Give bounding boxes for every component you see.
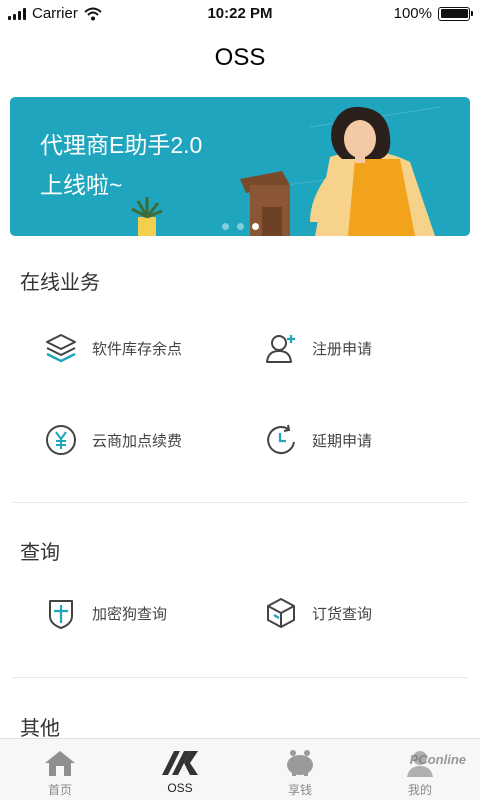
carousel-dot[interactable] — [236, 223, 244, 230]
tab-bar: 首页 OSS 享钱 我的 — [0, 738, 480, 800]
carousel-dot[interactable] — [221, 223, 229, 230]
layers-icon — [44, 331, 78, 365]
home-icon — [45, 751, 75, 776]
clock-refresh-icon — [264, 423, 298, 457]
order-query-label: 订货查询 — [312, 605, 373, 623]
section-title-query: 查询 — [20, 542, 60, 564]
banner-headline: 代理商E助手2.0 上线啦~ — [40, 125, 202, 205]
tab-oss[interactable]: OSS — [120, 739, 240, 800]
tab-home[interactable]: 首页 — [0, 739, 120, 800]
tab-oss-label: OSS — [167, 781, 193, 795]
add-user-icon — [264, 331, 298, 365]
tab-mine[interactable]: 我的 — [360, 739, 480, 800]
yen-coin-icon — [44, 423, 78, 457]
battery-percent: 100% — [393, 5, 432, 22]
tab-home-label: 首页 — [47, 783, 72, 797]
oss-logo-icon — [162, 751, 198, 775]
banner-line-1: 代理商E助手2.0 — [40, 132, 203, 158]
piggy-bank-icon — [287, 750, 313, 776]
software-stock-button[interactable]: 软件库存余点 — [44, 328, 182, 368]
shield-icon — [44, 596, 78, 630]
tab-earn[interactable]: 享钱 — [240, 739, 360, 800]
carousel-indicator — [10, 223, 470, 230]
banner-line-2: 上线啦~ — [40, 172, 123, 198]
extension-request-label: 延期申请 — [312, 432, 373, 450]
tab-mine-label: 我的 — [407, 783, 432, 797]
tab-earn-label: 享钱 — [287, 783, 312, 797]
promo-banner[interactable]: 代理商E助手2.0 上线啦~ — [10, 97, 470, 236]
registration-request-label: 注册申请 — [312, 340, 373, 358]
section-title-other: 其他 — [20, 718, 60, 740]
cloud-points-renewal-label: 云商加点续费 — [92, 432, 183, 450]
cloud-points-renewal-button[interactable]: 云商加点续费 — [44, 420, 182, 460]
extension-request-button[interactable]: 延期申请 — [264, 420, 372, 460]
page-title: OSS — [214, 44, 266, 71]
box-icon — [264, 596, 298, 630]
watermark-logo: PConline — [409, 752, 466, 767]
status-bar: Carrier 10:22 PM 100% — [0, 0, 480, 28]
dongle-query-button[interactable]: 加密狗查询 — [44, 593, 167, 633]
registration-request-button[interactable]: 注册申请 — [264, 328, 372, 368]
carousel-dot-active[interactable] — [251, 223, 259, 230]
software-stock-label: 软件库存余点 — [92, 340, 183, 358]
order-query-button[interactable]: 订货查询 — [264, 593, 372, 633]
section-divider — [12, 677, 468, 678]
battery-icon — [438, 6, 473, 21]
section-title-online-business: 在线业务 — [20, 272, 100, 294]
section-divider — [12, 502, 468, 503]
dongle-query-label: 加密狗查询 — [92, 605, 168, 623]
